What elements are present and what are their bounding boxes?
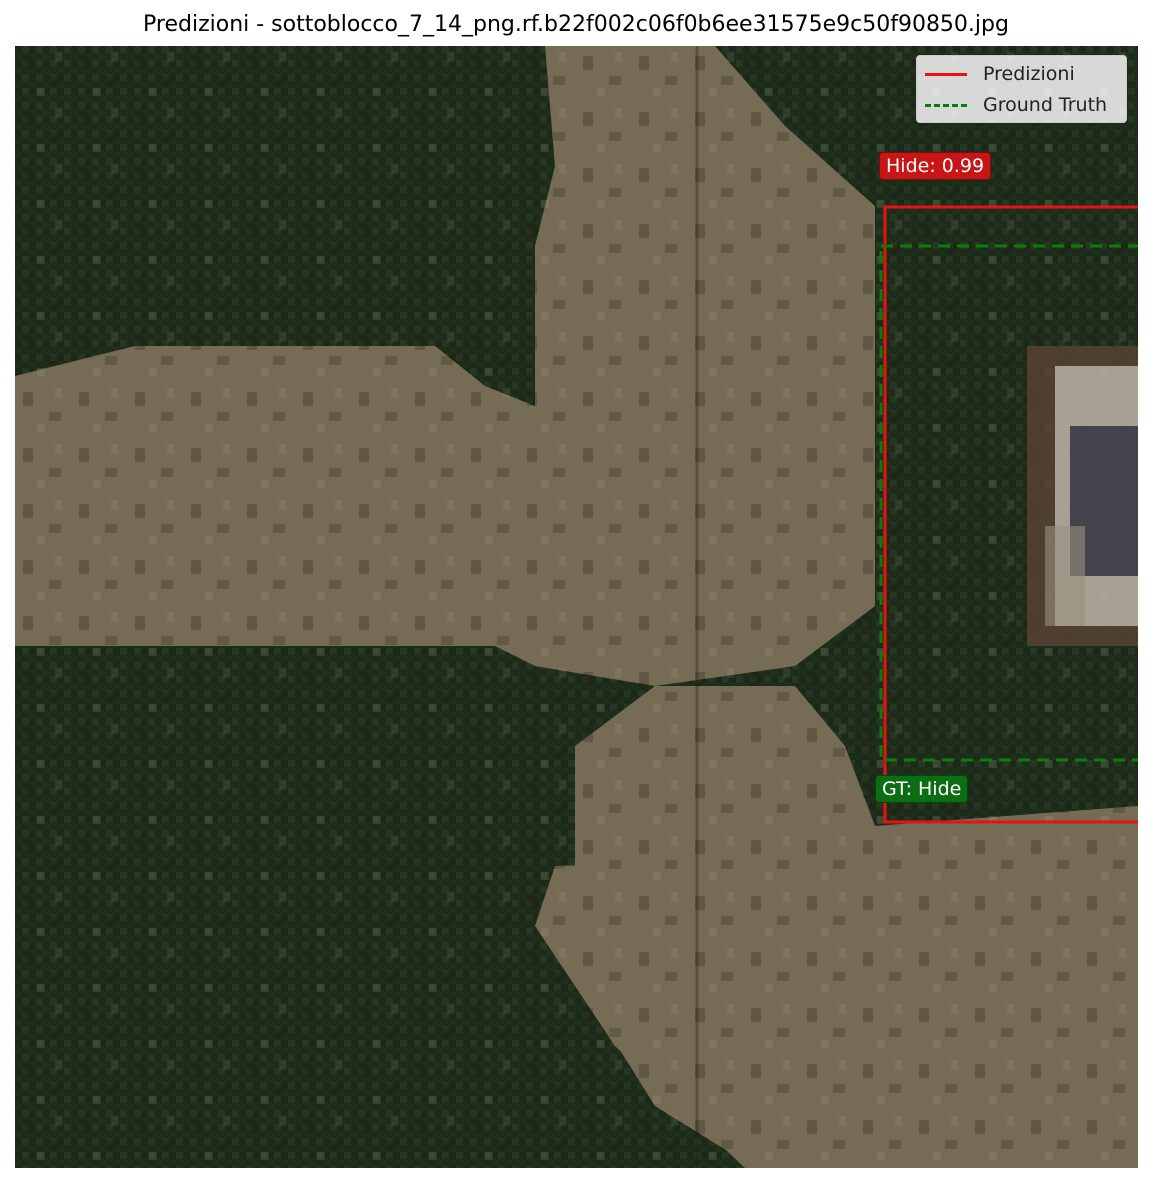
solid-line-icon [925,72,967,76]
legend: Predizioni Ground Truth [916,55,1127,123]
legend-label: Predizioni [983,63,1075,85]
legend-label: Ground Truth [983,94,1108,116]
ground-truth-label: GT: Hide [875,775,969,803]
dashed-line-icon [925,103,967,107]
prediction-label: Hide: 0.99 [879,152,992,180]
aerial-image-canvas [15,46,1138,1168]
aerial-image [15,46,1138,1168]
legend-item-predizioni: Predizioni [925,63,1075,85]
legend-item-ground-truth: Ground Truth [925,94,1107,116]
plot-title: Predizioni - sottoblocco_7_14_png.rf.b22… [143,12,1009,37]
detected-object [1027,346,1138,646]
